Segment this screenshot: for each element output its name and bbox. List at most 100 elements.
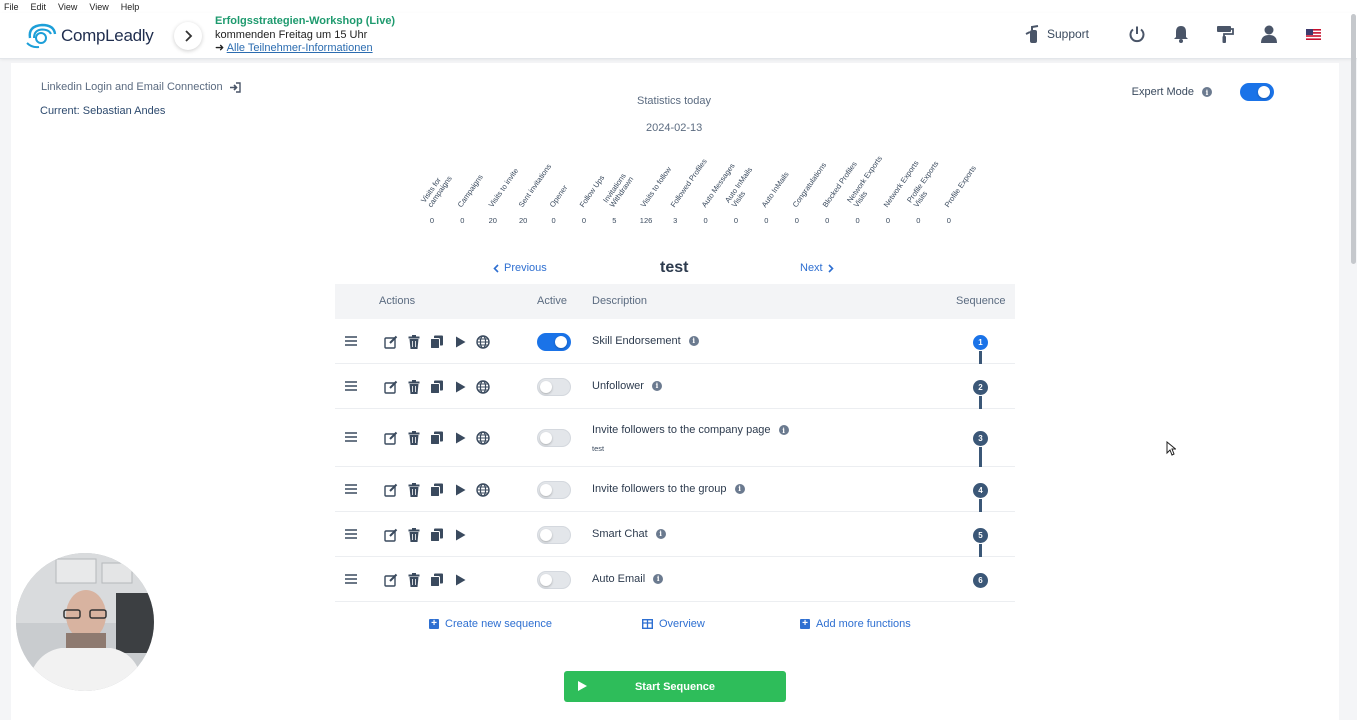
menu-edit[interactable]: Edit bbox=[31, 2, 47, 12]
web-button[interactable] bbox=[475, 482, 491, 498]
step-label: Smart Chat bbox=[592, 527, 648, 540]
active-toggle[interactable] bbox=[537, 570, 571, 589]
stats-date: 2024-02-13 bbox=[646, 122, 703, 134]
info-icon[interactable]: i bbox=[778, 425, 789, 435]
edit-button[interactable] bbox=[383, 482, 399, 498]
web-button[interactable] bbox=[475, 334, 491, 350]
add-functions-link[interactable]: + Add more functions bbox=[800, 618, 911, 630]
delete-button[interactable] bbox=[406, 527, 422, 543]
create-sequence-link[interactable]: + Create new sequence bbox=[429, 618, 552, 630]
language-button[interactable] bbox=[1291, 28, 1335, 40]
info-icon[interactable]: i bbox=[655, 528, 666, 539]
trash-icon bbox=[408, 334, 420, 349]
logo-text: CompLeadly bbox=[61, 26, 154, 45]
play-icon bbox=[578, 681, 587, 691]
run-button[interactable] bbox=[452, 527, 468, 543]
duplicate-button[interactable] bbox=[429, 482, 445, 498]
overview-link[interactable]: Overview bbox=[642, 618, 705, 630]
bars-icon bbox=[345, 573, 357, 584]
webcam-overlay bbox=[16, 553, 154, 691]
paint-roller-icon bbox=[1217, 26, 1234, 43]
sequence-rows: Skill Endorsement i 1 Unfollower i 2 Invite fo… bbox=[335, 319, 1015, 602]
table-row: Invite followers to the company page i tes… bbox=[335, 409, 1015, 487]
stat-column: Visits to follow 126 bbox=[638, 163, 673, 225]
sidebar-toggle-button[interactable] bbox=[174, 22, 202, 50]
delete-button[interactable] bbox=[406, 379, 422, 395]
stat-value: 126 bbox=[639, 216, 653, 225]
trash-icon bbox=[408, 527, 420, 542]
sequence-table: Actions Active Description Sequence Skil… bbox=[335, 284, 1015, 602]
web-button[interactable] bbox=[475, 379, 491, 395]
edit-button[interactable] bbox=[383, 527, 399, 543]
start-sequence-button[interactable]: Start Sequence bbox=[564, 671, 786, 702]
theme-button[interactable] bbox=[1203, 25, 1247, 43]
play-icon bbox=[455, 574, 466, 586]
duplicate-button[interactable] bbox=[429, 334, 445, 350]
delete-button[interactable] bbox=[406, 334, 422, 350]
active-toggle[interactable] bbox=[537, 429, 571, 447]
menu-view-2[interactable]: View bbox=[89, 2, 108, 12]
chevron-right-icon bbox=[828, 263, 834, 273]
duplicate-button[interactable] bbox=[429, 379, 445, 395]
run-button[interactable] bbox=[452, 334, 468, 350]
stat-value: 20 bbox=[519, 216, 528, 225]
delete-button[interactable] bbox=[406, 572, 422, 588]
presenter-video-image bbox=[16, 553, 154, 691]
notifications-button[interactable] bbox=[1159, 25, 1203, 43]
drag-handle[interactable] bbox=[345, 430, 357, 445]
edit-button[interactable] bbox=[383, 572, 399, 588]
drag-handle[interactable] bbox=[345, 379, 357, 394]
support-link[interactable]: Support bbox=[1025, 25, 1089, 43]
drag-handle[interactable] bbox=[345, 334, 357, 349]
brand-logo[interactable]: CompLeadly bbox=[24, 21, 154, 51]
run-button[interactable] bbox=[452, 572, 468, 588]
stat-value: 0 bbox=[581, 216, 587, 225]
info-icon[interactable]: i bbox=[734, 483, 745, 494]
active-toggle[interactable] bbox=[537, 377, 571, 396]
drag-handle[interactable] bbox=[345, 482, 357, 497]
edit-button[interactable] bbox=[383, 379, 399, 395]
info-icon[interactable]: i bbox=[651, 380, 662, 391]
stat-value: 0 bbox=[916, 216, 921, 225]
event-info-link[interactable]: Alle Teilnehmer-Informationen bbox=[227, 42, 373, 54]
add-functions-label: Add more functions bbox=[816, 618, 911, 630]
power-button[interactable] bbox=[1115, 25, 1159, 43]
menu-help[interactable]: Help bbox=[121, 2, 140, 12]
step-label: Unfollower bbox=[592, 379, 644, 392]
duplicate-button[interactable] bbox=[429, 572, 445, 588]
previous-sequence-button[interactable]: Previous bbox=[493, 262, 547, 274]
copy-icon bbox=[430, 483, 444, 497]
drag-handle[interactable] bbox=[345, 527, 357, 542]
web-button[interactable] bbox=[475, 430, 491, 446]
run-button[interactable] bbox=[452, 379, 468, 395]
edit-button[interactable] bbox=[383, 430, 399, 446]
run-button[interactable] bbox=[452, 482, 468, 498]
expert-mode-toggle[interactable] bbox=[1240, 83, 1274, 101]
arrow-right-icon: ➜ bbox=[215, 42, 227, 54]
play-icon bbox=[455, 381, 466, 393]
menu-view[interactable]: View bbox=[58, 2, 77, 12]
duplicate-button[interactable] bbox=[429, 430, 445, 446]
user-button[interactable] bbox=[1247, 25, 1291, 43]
info-icon[interactable]: i bbox=[688, 335, 699, 346]
drag-handle[interactable] bbox=[345, 572, 357, 587]
copy-icon bbox=[430, 431, 444, 445]
info-icon[interactable]: i bbox=[653, 573, 664, 584]
duplicate-button[interactable] bbox=[429, 527, 445, 543]
delete-button[interactable] bbox=[406, 430, 422, 446]
run-button[interactable] bbox=[452, 430, 468, 446]
info-icon[interactable]: i bbox=[1202, 87, 1212, 97]
page-scrollbar[interactable] bbox=[1351, 14, 1356, 264]
next-label: Next bbox=[800, 262, 823, 274]
table-icon bbox=[642, 619, 653, 629]
active-toggle[interactable] bbox=[537, 332, 571, 351]
linkedin-login-link[interactable]: Linkedin Login and Email Connection bbox=[41, 81, 241, 93]
menu-file[interactable]: File bbox=[4, 2, 19, 12]
active-toggle[interactable] bbox=[537, 480, 571, 499]
support-label: Support bbox=[1046, 27, 1089, 41]
active-toggle[interactable] bbox=[537, 525, 571, 544]
edit-button[interactable] bbox=[383, 334, 399, 350]
delete-button[interactable] bbox=[406, 482, 422, 498]
row-actions bbox=[383, 482, 491, 498]
next-sequence-button[interactable]: Next bbox=[800, 262, 834, 274]
